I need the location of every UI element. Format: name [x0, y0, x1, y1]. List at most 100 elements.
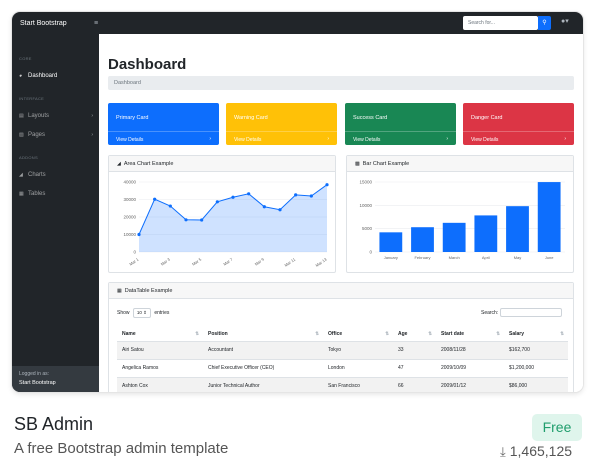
table-row[interactable]: Angelica Ramos Chief Executive Officer (C…: [117, 359, 568, 378]
table-cell: 47: [393, 359, 436, 378]
y-tick-label: 5000: [362, 226, 373, 231]
data-point: [137, 232, 141, 237]
table-cell: 2009/01/12: [436, 377, 504, 392]
column-header[interactable]: Position ⇅: [203, 327, 323, 342]
column-header[interactable]: Start date ⇅: [436, 327, 504, 342]
template-listing-card[interactable]: Start Bootstrap ≡ Search for... ⚲ ●▾ Cor…: [0, 0, 594, 467]
sort-icon: ⇅: [385, 330, 389, 336]
page-title: Dashboard: [108, 56, 187, 73]
bar-chart: 0 5000 10000 15000 January February March April…: [359, 180, 565, 260]
panel-title: DataTable Example: [124, 288, 173, 294]
sidebar-item-label: Layouts: [28, 113, 50, 119]
area-chart: 0 10000 20000 30000 40000 Mar 1 Mar 3 Mar 5 Mar …: [123, 180, 329, 268]
data-point: [184, 218, 188, 222]
y-tick-label: 20000: [123, 215, 136, 220]
datatable-panel: ▦ DataTable Example Show 10 ⇕ entries Sea…: [108, 282, 574, 392]
chart-bar-icon: ▩: [355, 161, 360, 167]
sidebar-item-layouts[interactable]: ▤ Layouts ›: [12, 110, 99, 122]
x-tick-label: Mar 3: [160, 256, 172, 266]
x-tick-label: Mar 11: [283, 256, 296, 268]
sidebar-heading-addons: Addons: [19, 155, 38, 160]
success-card: Success Card View Details ›: [345, 103, 456, 145]
sidebar-item-dashboard[interactable]: ◕ Dashboard: [12, 70, 99, 82]
card-title: Primary Card: [116, 115, 149, 121]
chevron-right-icon: ›: [446, 136, 448, 142]
download-icon: ⤓: [500, 444, 506, 459]
data-table: Name ⇅ Position ⇅ Office ⇅ Age ⇅ Start date ⇅ Sala…: [117, 327, 568, 392]
table-cell: 33: [393, 341, 436, 360]
data-point: [200, 218, 204, 222]
sort-icon: ⇅: [560, 330, 564, 336]
table-icon: ▦: [19, 191, 24, 197]
chevron-right-icon: ›: [564, 136, 566, 142]
search-button[interactable]: ⚲: [538, 16, 551, 30]
entries-control: Show 10 ⇕ entries: [117, 308, 169, 318]
table-cell: Airi Satou: [117, 341, 203, 360]
chevron-right-icon: ›: [91, 113, 93, 119]
user-icon[interactable]: ●▾: [561, 17, 569, 25]
data-point: [278, 208, 282, 212]
table-cell: Angelica Ramos: [117, 359, 203, 378]
sidebar-item-label: Charts: [28, 172, 46, 178]
sidebar-item-tables[interactable]: ▦ Tables: [12, 188, 99, 200]
sort-icon: ⇅: [195, 330, 199, 336]
table-cell: 66: [393, 377, 436, 392]
data-point: [231, 195, 235, 199]
x-tick-label: April: [482, 255, 490, 260]
chevron-right-icon: ›: [327, 136, 329, 142]
table-row[interactable]: Airi Satou Accountant Tokyo 33 2008/11/28 $16…: [117, 341, 568, 360]
table-icon: ▦: [117, 288, 122, 294]
x-tick-label: March: [449, 255, 460, 260]
column-header[interactable]: Office ⇅: [323, 327, 393, 342]
table-search-input[interactable]: [500, 308, 563, 317]
column-header[interactable]: Salary ⇅: [504, 327, 568, 342]
y-tick-label: 0: [133, 250, 136, 255]
hamburger-icon[interactable]: ≡: [94, 20, 98, 27]
column-header[interactable]: Name ⇅: [117, 327, 203, 342]
sort-icon: ⇅: [428, 330, 432, 336]
sidebar-heading-interface: Interface: [19, 96, 45, 101]
download-count: ⤓ 1,465,125: [500, 443, 572, 460]
template-preview-screenshot[interactable]: Start Bootstrap ≡ Search for... ⚲ ●▾ Cor…: [12, 12, 583, 392]
entries-select[interactable]: 10 ⇕: [132, 308, 151, 318]
breadcrumb[interactable]: Dashboard: [108, 76, 574, 90]
table-row[interactable]: Ashton Cox Junior Technical Author San Fra…: [117, 377, 568, 392]
card-title: Danger Card: [471, 115, 503, 121]
panel-title: Area Chart Example: [123, 161, 174, 167]
view-details-link[interactable]: View Details ›: [463, 131, 574, 145]
sidebar-heading-core: Core: [19, 56, 32, 61]
main-content: Dashboard Dashboard Primary Card View De…: [99, 34, 583, 392]
panel-header: ▦ DataTable Example: [109, 283, 573, 299]
sort-icon: ⇅: [496, 330, 500, 336]
x-tick-label: Mar 9: [254, 256, 266, 266]
view-details-link[interactable]: View Details ›: [108, 131, 219, 145]
sidebar-item-charts[interactable]: ◢ Charts: [12, 169, 99, 181]
y-tick-label: 10000: [359, 203, 372, 208]
sidebar-item-pages[interactable]: ▧ Pages ›: [12, 129, 99, 141]
data-point: [294, 193, 298, 197]
view-details-link[interactable]: View Details ›: [345, 131, 456, 145]
table-cell: Chief Executive Officer (CEO): [203, 359, 323, 378]
book-icon: ▧: [19, 132, 24, 138]
sidebar: Core ◕ Dashboard Interface ▤ Layouts › ▧…: [12, 34, 99, 392]
chart-area-icon: ◢: [19, 172, 23, 178]
data-point: [262, 205, 266, 209]
x-tick-label: May: [514, 255, 522, 260]
y-tick-label: 30000: [123, 197, 136, 202]
table-cell: Ashton Cox: [117, 377, 203, 392]
column-header[interactable]: Age ⇅: [393, 327, 436, 342]
search-icon: ⚲: [542, 20, 547, 26]
y-tick-label: 0: [369, 250, 372, 255]
navbar-brand[interactable]: Start Bootstrap: [20, 20, 94, 27]
price-badge: Free: [532, 414, 582, 441]
chevron-right-icon: ›: [91, 132, 93, 138]
panel-title: Bar Chart Example: [362, 161, 410, 167]
show-label: Show: [117, 310, 130, 316]
bar: [442, 222, 466, 252]
template-title[interactable]: SB Admin: [14, 414, 93, 435]
search-input[interactable]: Search for...: [463, 16, 538, 30]
template-subtitle: A free Bootstrap admin template: [14, 440, 229, 457]
y-tick-label: 10000: [123, 232, 136, 237]
chevron-right-icon: ›: [209, 136, 211, 142]
view-details-link[interactable]: View Details ›: [226, 131, 337, 145]
